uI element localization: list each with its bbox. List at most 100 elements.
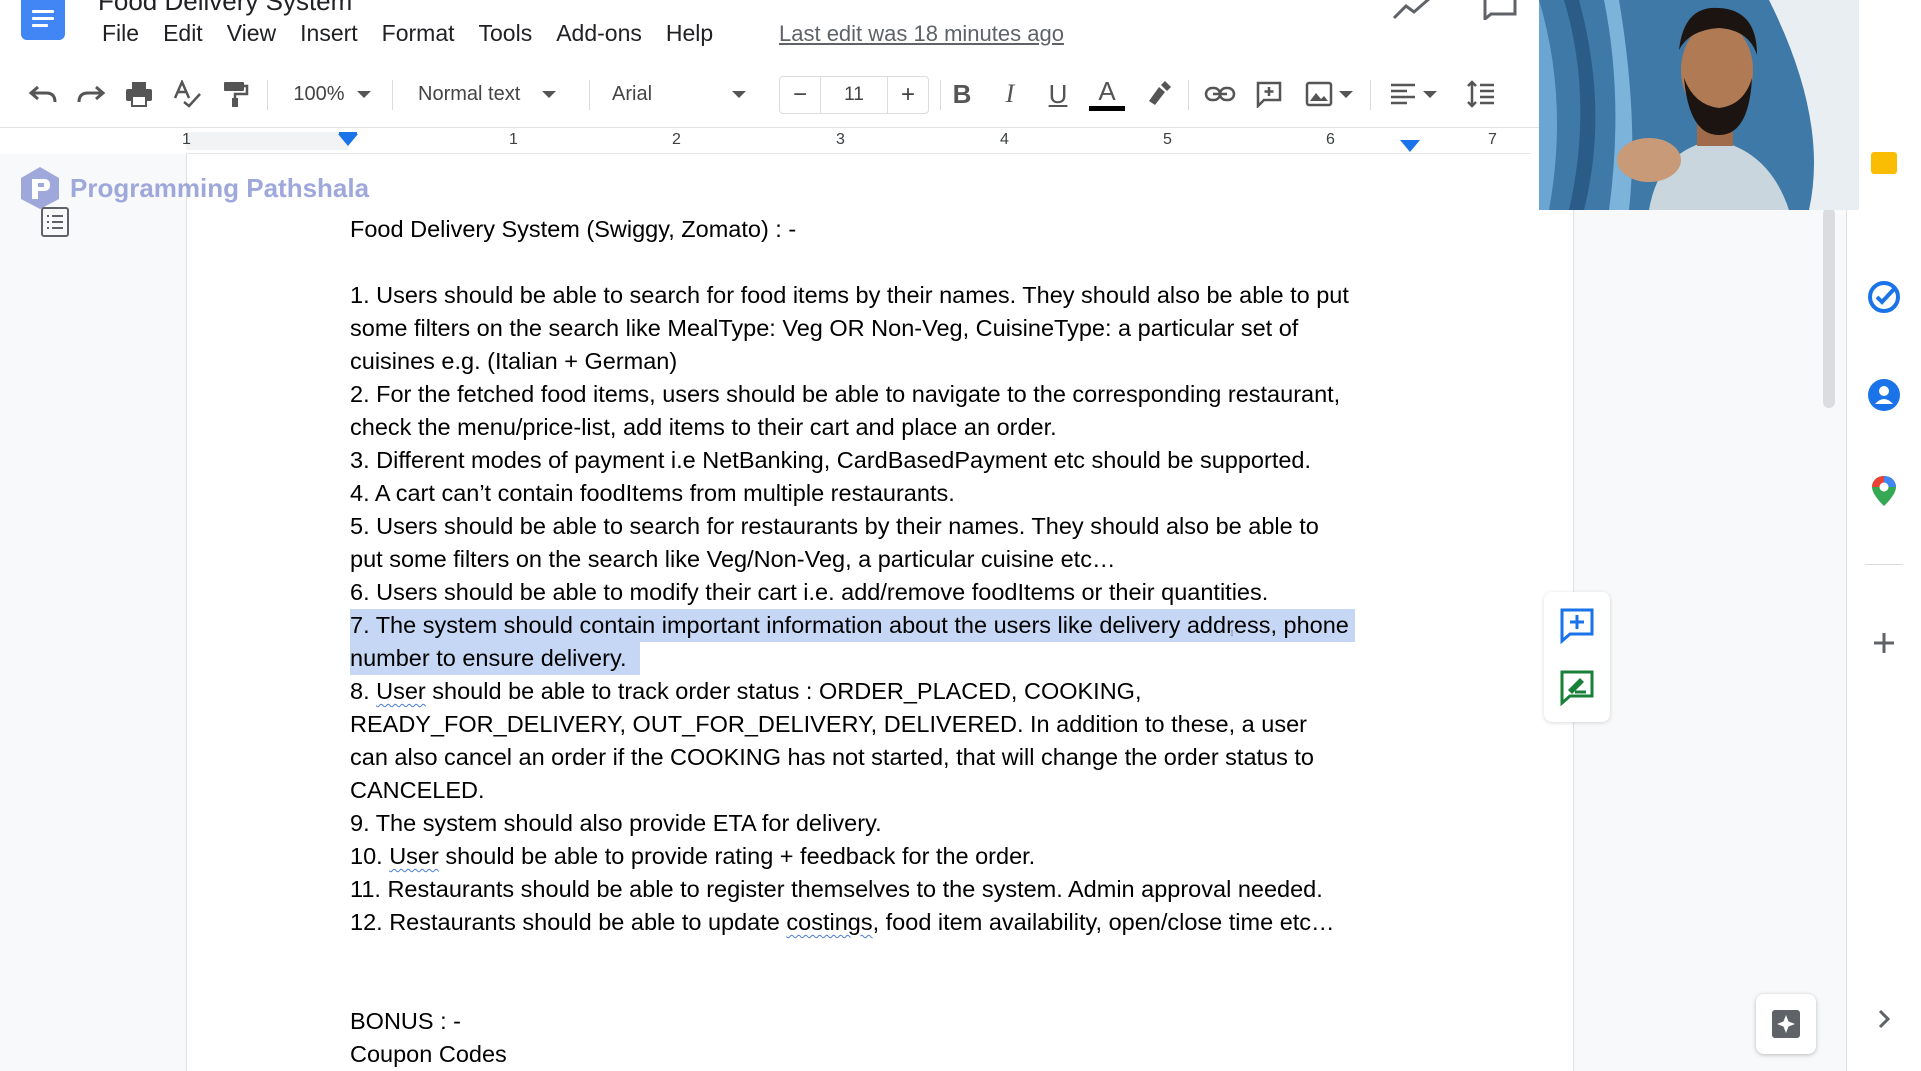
explore-icon [1772,1010,1800,1038]
add-comment-icon[interactable] [1558,606,1596,644]
paragraph-style-dropdown[interactable]: Normal text [408,74,573,114]
decrease-font-size-button[interactable]: − [780,81,820,109]
list-item: 10. User should be able to provide ratin… [350,840,1430,873]
suggest-edits-icon[interactable] [1558,668,1596,706]
list-item: 3. Different modes of payment i.e NetBan… [350,444,1430,477]
programming-pathshala-logo [21,167,59,209]
menu-insert[interactable]: Insert [300,20,358,47]
highlight-icon[interactable] [1140,74,1176,114]
list-item-line: 5. Users should be able to search for re… [350,513,1319,539]
link-icon[interactable] [1201,74,1239,114]
docs-logo-icon[interactable] [21,0,65,40]
spelling-suggestion[interactable]: User [389,843,439,869]
spellcheck-icon[interactable] [168,74,206,114]
font-size-input[interactable]: 11 [820,77,888,113]
list-item: 6. Users should be able to modify their … [350,576,1430,609]
document-title[interactable]: Food Delivery System [98,0,352,17]
activity-trend-icon[interactable] [1392,0,1432,20]
font-size-control: − 11 + [779,76,929,114]
list-item-line: 10. User should be able to provide ratin… [350,843,1036,869]
list-item: 9. The system should also provide ETA fo… [350,807,1430,840]
list-item-selected: 7. The system should contain important i… [350,609,1430,675]
document-outline-icon[interactable] [40,206,70,238]
maps-icon[interactable] [1867,474,1901,508]
zoom-dropdown[interactable]: 100% [286,74,378,114]
menu-format[interactable]: Format [382,20,455,47]
list-item-line: 4. A cart can’t contain foodItems from m… [350,480,955,506]
list-item: 1. Users should be able to search for fo… [350,279,1430,378]
list-item: 12. Restaurants should be able to update… [350,906,1430,939]
list-item: 2. For the fetched food items, users sho… [350,378,1430,444]
undo-icon[interactable] [24,74,62,114]
contacts-icon[interactable] [1867,378,1901,412]
menu-file[interactable]: File [102,20,139,47]
menu-edit[interactable]: Edit [163,20,203,47]
explore-button[interactable] [1756,994,1816,1054]
ruler-number: 1 [182,131,191,148]
text-color-label: A [1098,75,1116,106]
list-item-line: 11. Restaurants should be able to regist… [350,876,1323,902]
ruler-number: 6 [1326,131,1335,148]
ruler-number: 4 [1000,131,1009,148]
menu-view[interactable]: View [227,20,276,47]
chevron-down-icon [542,90,557,98]
list-item: 8. User should be able to track order st… [350,675,1430,807]
redo-icon[interactable] [72,74,110,114]
print-icon[interactable] [120,74,158,114]
keep-icon[interactable] [1867,152,1901,176]
text-color-swatch [1089,105,1125,111]
tasks-icon[interactable] [1867,280,1901,314]
menu-addons[interactable]: Add-ons [556,20,642,47]
list-item-line: 8. User should be able to track order st… [350,678,1142,704]
list-item-line: READY_FOR_DELIVERY, OUT_FOR_DELIVERY, DE… [350,711,1307,737]
add-addon-icon[interactable] [1867,626,1901,660]
document-scrollbar[interactable] [1823,208,1835,408]
font-family-value: Arial [612,82,653,105]
italic-button[interactable]: I [992,74,1028,114]
ruler-number: 2 [672,131,681,148]
list-item-line: some filters on the search like MealType… [350,315,1299,341]
paragraph-style-value: Normal text [418,82,521,105]
watermark: Programming Pathshala [18,165,369,211]
expand-panel-icon[interactable] [1867,1002,1901,1036]
menu-tools[interactable]: Tools [479,20,533,47]
right-indent-handle[interactable] [1400,140,1420,152]
spelling-suggestion[interactable]: User [376,678,426,704]
left-indent-handle[interactable] [338,134,358,146]
underline-button[interactable]: U [1040,74,1076,114]
align-icon[interactable] [1384,74,1442,114]
list-item-line: can also cancel an order if the COOKING … [350,744,1315,770]
font-family-dropdown[interactable]: Arial [602,74,768,114]
insert-comment-icon[interactable] [1250,74,1288,114]
chevron-down-icon [732,90,747,98]
insert-image-icon[interactable] [1300,74,1358,114]
watermark-text: Programming Pathshala [70,172,370,203]
list-item-line: cuisines e.g. (Italian + German) [350,348,678,374]
list-item-line: CANCELED. [350,777,485,803]
menu-help[interactable]: Help [666,20,713,47]
list-item: 11. Restaurants should be able to regist… [350,873,1430,906]
ruler-left-margin [186,132,349,150]
last-edit-link[interactable]: Last edit was 18 minutes ago [779,21,1064,47]
side-panel [1846,152,1921,1071]
requirements-list: 1. Users should be able to search for fo… [350,279,1430,939]
text-color-button[interactable]: A [1088,74,1126,114]
spelling-suggestion[interactable]: costings [786,909,872,935]
chevron-down-icon [1423,90,1437,98]
ruler-number: 7 [1488,131,1497,148]
ruler[interactable]: 1 1 2 3 4 5 6 7 [0,128,1540,154]
list-item-line: 6. Users should be able to modify their … [350,579,1269,605]
paint-format-icon[interactable] [216,74,254,114]
panel-divider [1865,564,1903,565]
line-spacing-icon[interactable] [1462,74,1500,114]
bold-button[interactable]: B [944,74,980,114]
list-item-line: 3. Different modes of payment i.e NetBan… [350,447,1312,473]
comment-history-icon[interactable] [1482,0,1518,20]
list-item-line: put some filters on the search like Veg/… [350,546,1116,572]
menu-bar: File Edit View Insert Format Tools Add-o… [102,20,737,47]
list-item-line: 2. For the fetched food items, users sho… [350,381,1341,407]
increase-font-size-button[interactable]: + [888,81,928,109]
document-body[interactable]: Food Delivery System (Swiggy, Zomato) : … [350,213,1430,1071]
webcam-video-overlay [1539,0,1859,210]
